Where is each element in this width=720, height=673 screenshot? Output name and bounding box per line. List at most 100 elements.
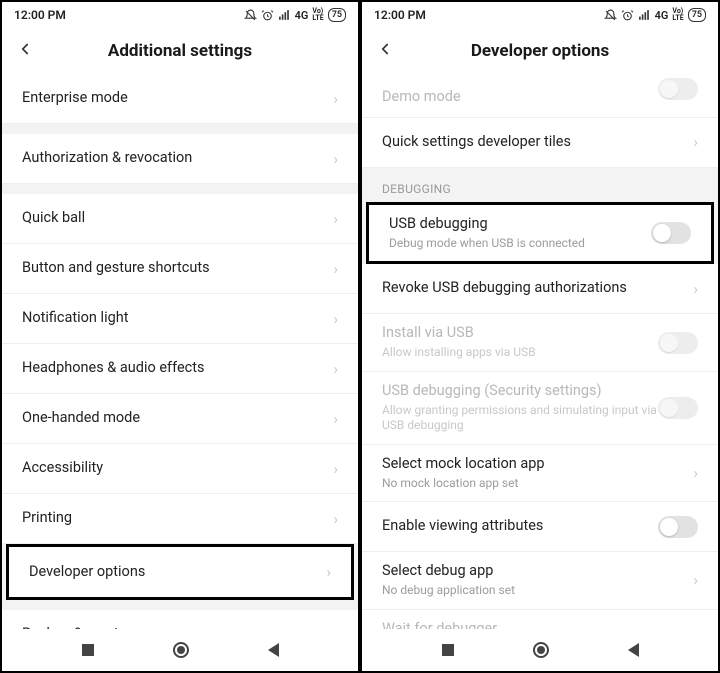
row-label: Notification light: [22, 309, 323, 328]
row-button-gesture-shortcuts[interactable]: Button and gesture shortcuts ›: [2, 244, 358, 294]
chevron-right-icon: ›: [333, 260, 338, 278]
header: Developer options: [362, 28, 718, 74]
toggle-switch: [658, 332, 698, 354]
row-printing[interactable]: Printing ›: [2, 494, 358, 544]
row-label: Quick ball: [22, 209, 323, 228]
status-time: 12:00 PM: [14, 8, 66, 22]
row-sublabel: Allow installing apps via USB: [382, 345, 658, 361]
row-sublabel: Debug mode when USB is connected: [389, 236, 651, 252]
nav-home-button[interactable]: [173, 642, 189, 658]
chevron-right-icon: ›: [693, 280, 698, 298]
row-install-via-usb: Install via USB Allow installing apps vi…: [362, 314, 718, 371]
settings-list[interactable]: Demo mode Quick settings developer tiles…: [362, 74, 718, 629]
section-gap: [2, 184, 358, 194]
nav-back-button[interactable]: [628, 643, 639, 657]
row-label: Authorization & revocation: [22, 149, 323, 168]
row-label: Backup & reset: [22, 625, 323, 629]
chevron-right-icon: ›: [693, 464, 698, 482]
signal-icon: [638, 9, 651, 22]
volte-label: Vo)LTE: [672, 8, 683, 22]
row-label: Quick settings developer tiles: [382, 133, 683, 152]
phone-right-developer-options: 12:00 PM 4G Vo)LTE 75 Developer options …: [360, 0, 720, 673]
row-authorization-revocation[interactable]: Authorization & revocation ›: [2, 134, 358, 184]
row-backup-reset[interactable]: Backup & reset ›: [2, 610, 358, 629]
row-label: Button and gesture shortcuts: [22, 259, 323, 278]
status-icons: 4G Vo)LTE 75: [604, 8, 706, 22]
network-label: 4G: [295, 9, 309, 22]
nav-home-button[interactable]: [533, 642, 549, 658]
row-label: Revoke USB debugging authorizations: [382, 279, 683, 298]
battery-indicator: 75: [328, 8, 346, 22]
nav-recent-button[interactable]: [442, 644, 454, 656]
row-label: Headphones & audio effects: [22, 359, 323, 378]
chevron-right-icon: ›: [333, 410, 338, 428]
row-label: USB debugging (Security settings): [382, 382, 658, 401]
row-label: Accessibility: [22, 459, 323, 478]
toggle-switch: [658, 397, 698, 419]
toggle-switch[interactable]: [658, 78, 698, 100]
status-time: 12:00 PM: [374, 8, 426, 22]
section-gap: [2, 600, 358, 610]
row-label: Select debug app: [382, 562, 683, 581]
highlight-developer-options: Developer options ›: [6, 544, 354, 600]
chevron-right-icon: ›: [693, 571, 698, 589]
dnd-icon: [604, 9, 617, 22]
row-quick-ball[interactable]: Quick ball ›: [2, 194, 358, 244]
row-wait-for-debugger: Wait for debugger Debugged application w…: [362, 610, 718, 629]
row-label: One-handed mode: [22, 409, 323, 428]
nav-recent-button[interactable]: [82, 644, 94, 656]
alarm-icon: [261, 9, 274, 22]
chevron-right-icon: ›: [333, 210, 338, 228]
phone-left-additional-settings: 12:00 PM 4G Vo)LTE 75 Additional setting…: [0, 0, 360, 673]
status-icons: 4G Vo)LTE 75: [244, 8, 346, 22]
settings-list[interactable]: Enterprise mode › Authorization & revoca…: [2, 74, 358, 629]
page-title: Developer options: [404, 41, 676, 61]
chevron-right-icon: ›: [693, 133, 698, 151]
row-one-handed-mode[interactable]: One-handed mode ›: [2, 394, 358, 444]
row-label: Install via USB: [382, 324, 658, 343]
row-select-mock-location[interactable]: Select mock location app No mock locatio…: [362, 445, 718, 502]
chevron-right-icon: ›: [333, 460, 338, 478]
toggle-switch[interactable]: [658, 516, 698, 538]
back-button[interactable]: [16, 40, 44, 63]
row-enterprise-mode[interactable]: Enterprise mode ›: [2, 74, 358, 124]
alarm-icon: [621, 9, 634, 22]
row-label: Enterprise mode: [22, 89, 323, 108]
status-bar: 12:00 PM 4G Vo)LTE 75: [362, 2, 718, 28]
chevron-right-icon: ›: [333, 510, 338, 528]
row-label: Enable viewing attributes: [382, 517, 658, 536]
row-usb-debugging[interactable]: USB debugging Debug mode when USB is con…: [369, 205, 711, 261]
row-select-debug-app[interactable]: Select debug app No debug application se…: [362, 552, 718, 609]
section-header-debugging: DEBUGGING: [362, 168, 718, 202]
row-revoke-usb-auth[interactable]: Revoke USB debugging authorizations ›: [362, 264, 718, 314]
page-title: Additional settings: [44, 41, 316, 61]
volte-label: Vo)LTE: [312, 8, 323, 22]
row-headphones-audio[interactable]: Headphones & audio effects ›: [2, 344, 358, 394]
row-label: Printing: [22, 509, 323, 528]
row-developer-options[interactable]: Developer options ›: [9, 547, 351, 597]
chevron-right-icon: ›: [333, 150, 338, 168]
row-quick-settings-dev-tiles[interactable]: Quick settings developer tiles ›: [362, 118, 718, 168]
row-label: Developer options: [29, 563, 316, 582]
battery-indicator: 75: [688, 8, 706, 22]
row-enable-viewing-attributes[interactable]: Enable viewing attributes: [362, 502, 718, 552]
section-gap: [2, 124, 358, 134]
nav-back-button[interactable]: [268, 643, 279, 657]
chevron-right-icon: ›: [333, 626, 338, 630]
back-button[interactable]: [376, 40, 404, 63]
row-sublabel: Allow granting permissions and simulatin…: [382, 403, 658, 434]
row-accessibility[interactable]: Accessibility ›: [2, 444, 358, 494]
row-sublabel: No debug application set: [382, 583, 683, 599]
navigation-bar: [2, 629, 358, 671]
row-demo-mode[interactable]: Demo mode: [362, 74, 718, 118]
header: Additional settings: [2, 28, 358, 74]
chevron-right-icon: ›: [326, 563, 331, 581]
chevron-right-icon: ›: [333, 360, 338, 378]
toggle-switch[interactable]: [651, 222, 691, 244]
row-sublabel: No mock location app set: [382, 476, 683, 492]
highlight-usb-debugging: USB debugging Debug mode when USB is con…: [366, 202, 714, 264]
row-notification-light[interactable]: Notification light ›: [2, 294, 358, 344]
dnd-icon: [244, 9, 257, 22]
chevron-right-icon: ›: [333, 310, 338, 328]
row-label: Wait for debugger: [382, 620, 658, 629]
